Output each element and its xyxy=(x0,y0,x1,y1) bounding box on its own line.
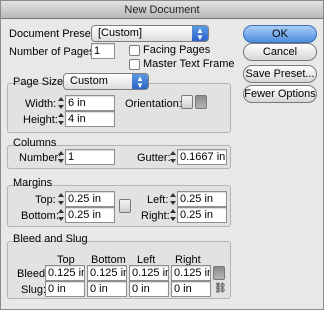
slug-bottom-field[interactable]: 0 in xyxy=(87,281,127,297)
margin-left-field[interactable]: 0.25 in xyxy=(177,191,227,207)
gutter-stepper[interactable] xyxy=(169,149,177,165)
facing-pages-label: Facing Pages xyxy=(143,44,211,56)
document-preset-select[interactable]: [Custom] ▲ ▼ xyxy=(91,25,209,42)
margins-title: Margins xyxy=(13,177,53,189)
margin-top-stepper[interactable] xyxy=(57,191,65,207)
orientation-label: Orientation: xyxy=(125,98,182,110)
new-document-dialog: New Document Document Preset: [Custom] ▲… xyxy=(0,0,324,310)
margin-bottom-stepper[interactable] xyxy=(57,207,65,223)
number-of-pages-label: Number of Pages: xyxy=(9,46,98,58)
chevron-updown-icon: ▲ ▼ xyxy=(192,26,208,42)
margin-right-label: Right: xyxy=(141,210,170,222)
document-preset-label: Document Preset: xyxy=(9,28,98,40)
page-size-label: Page Size: xyxy=(13,76,67,88)
page-size-value: Custom xyxy=(70,75,108,87)
columns-number-field[interactable]: 1 xyxy=(65,149,115,165)
document-preset-value: [Custom] xyxy=(98,27,143,39)
margin-top-label: Top: xyxy=(35,194,56,206)
bleed-slug-title: Bleed and Slug xyxy=(13,233,88,245)
dialog-title: New Document xyxy=(1,1,323,19)
height-stepper[interactable] xyxy=(57,111,65,127)
chain-link-icon[interactable] xyxy=(119,199,131,213)
margin-left-stepper[interactable] xyxy=(169,191,177,207)
save-preset-button[interactable]: Save Preset... xyxy=(243,65,317,83)
slug-top-field[interactable]: 0 in xyxy=(45,281,85,297)
margin-top-field[interactable]: 0.25 in xyxy=(65,191,115,207)
height-field[interactable]: 4 in xyxy=(65,111,115,127)
columns-title: Columns xyxy=(13,137,57,149)
width-stepper[interactable] xyxy=(57,95,65,111)
width-field[interactable]: 6 in xyxy=(65,95,115,111)
height-label: Height: xyxy=(23,114,58,126)
margin-left-label: Left: xyxy=(147,194,169,206)
bleed-bottom-field[interactable]: 0.125 in xyxy=(87,265,127,281)
margin-bottom-label: Bottom: xyxy=(21,210,59,222)
bleed-label: Bleed: xyxy=(17,268,49,280)
margin-right-field[interactable]: 0.25 in xyxy=(177,207,227,223)
bleed-right-field[interactable]: 0.125 in xyxy=(171,265,211,281)
bleed-top-field[interactable]: 0.125 in xyxy=(45,265,85,281)
margin-bottom-field[interactable]: 0.25 in xyxy=(65,207,115,223)
portrait-orientation-icon[interactable] xyxy=(181,95,193,109)
bleed-chain-link-icon[interactable] xyxy=(213,266,225,280)
slug-label: Slug: xyxy=(21,284,47,296)
facing-pages-checkbox[interactable] xyxy=(129,45,140,56)
page-size-select[interactable]: Custom ▲ ▼ xyxy=(63,73,149,90)
columns-number-label: Number: xyxy=(19,152,62,164)
cancel-button[interactable]: Cancel xyxy=(243,43,317,61)
slug-right-field[interactable]: 0 in xyxy=(171,281,211,297)
bleed-left-field[interactable]: 0.125 in xyxy=(129,265,169,281)
ok-button[interactable]: OK xyxy=(243,25,317,43)
gutter-field[interactable]: 0.1667 in xyxy=(177,149,227,165)
slug-chain-icon[interactable]: ⛓ xyxy=(214,283,227,295)
columns-number-stepper[interactable] xyxy=(57,149,65,165)
gutter-label: Gutter: xyxy=(137,152,171,164)
margin-right-stepper[interactable] xyxy=(169,207,177,223)
fewer-options-button[interactable]: Fewer Options xyxy=(243,85,317,103)
slug-left-field[interactable]: 0 in xyxy=(129,281,169,297)
landscape-orientation-icon[interactable] xyxy=(195,95,207,109)
master-text-frame-checkbox[interactable] xyxy=(129,59,140,70)
chevron-updown-icon: ▲ ▼ xyxy=(132,74,148,90)
width-label: Width: xyxy=(25,98,57,110)
master-text-frame-label: Master Text Frame xyxy=(143,58,235,70)
number-of-pages-field[interactable]: 1 xyxy=(91,43,115,59)
